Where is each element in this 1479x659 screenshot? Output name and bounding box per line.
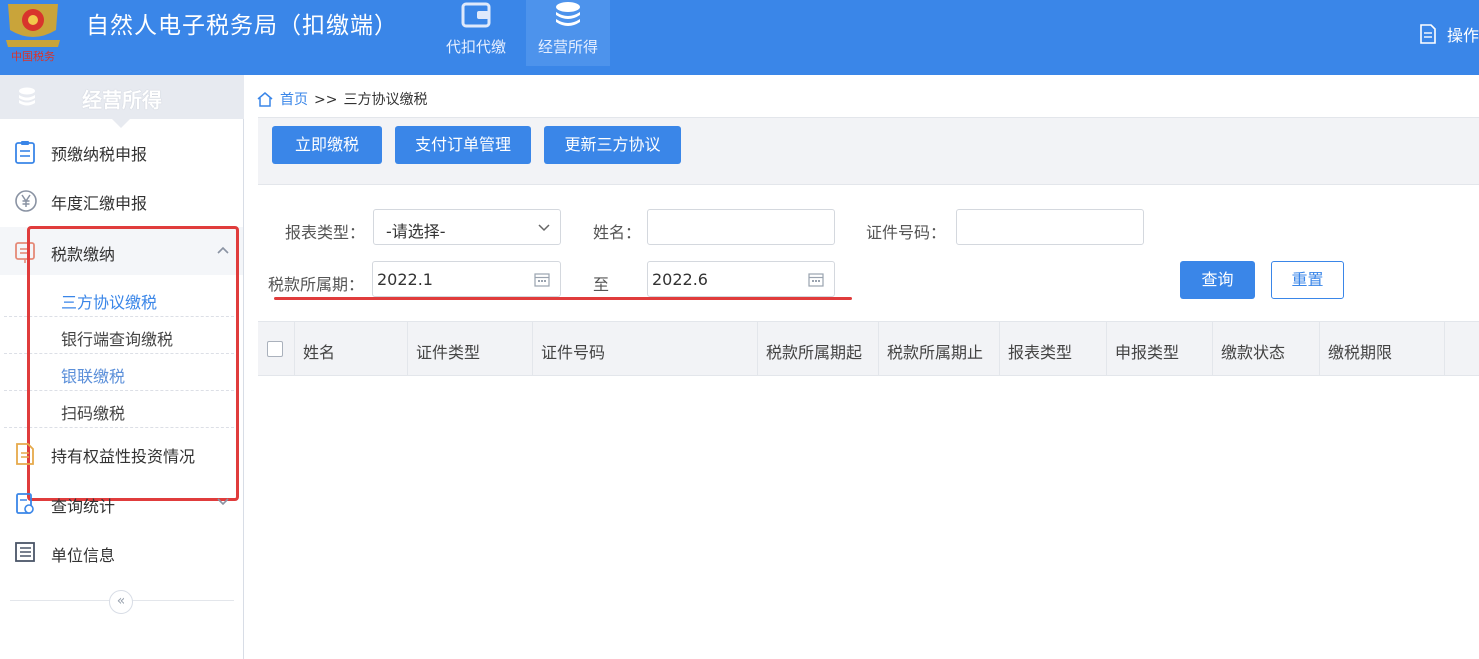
- tab-withholding[interactable]: 代扣代缴: [434, 0, 518, 66]
- app-title: 自然人电子税务局（扣缴端）: [86, 13, 398, 39]
- emblem-text: 中国税务: [11, 49, 55, 63]
- name-input[interactable]: [647, 209, 835, 245]
- tax-payment-submenu: 三方协议缴税 银行端查询缴税 银联缴税 扫码缴税: [4, 280, 238, 428]
- sidebar-item-label: 持有权益性投资情况: [51, 447, 196, 466]
- submenu-item-label: 银行端查询缴税: [61, 330, 174, 349]
- submenu-item-unionpay[interactable]: 银联缴税: [4, 354, 234, 391]
- sidebar-heading-label: 经营所得: [82, 88, 162, 112]
- yen-icon: [15, 190, 37, 212]
- update-tripartite-agreement-button[interactable]: 更新三方协议: [544, 126, 681, 164]
- payment-order-management-button[interactable]: 支付订单管理: [395, 126, 531, 164]
- column-header-label: 税款所属期止: [887, 343, 984, 362]
- chevron-down-icon: [538, 224, 550, 232]
- column-header-id-type[interactable]: 证件类型: [408, 322, 533, 375]
- tax-period-start-input[interactable]: 2022.1: [372, 261, 561, 297]
- operation-label: 操作: [1446, 26, 1479, 45]
- name-label: 姓名：: [593, 223, 642, 242]
- tab-label: 代扣代缴: [445, 38, 506, 56]
- column-header-label: 证件类型: [416, 343, 481, 362]
- sidebar-heading: 经营所得: [0, 75, 244, 128]
- sidebar-item-label: 查询统计: [51, 497, 116, 516]
- to-label: 至: [593, 275, 610, 294]
- pay-now-button[interactable]: 立即缴税: [272, 126, 382, 164]
- id-number-input[interactable]: [956, 209, 1144, 245]
- column-header-label: 缴款状态: [1221, 343, 1286, 362]
- sidebar-item-label: 税款缴纳: [51, 245, 116, 264]
- tab-business-income[interactable]: 经营所得: [526, 0, 610, 66]
- chevron-up-icon: [217, 246, 229, 254]
- report-type-value: -请选择-: [386, 222, 446, 241]
- collapse-sidebar-button[interactable]: «: [109, 590, 133, 614]
- breadcrumb-separator: >>: [314, 92, 338, 108]
- column-header-label: 证件号码: [541, 343, 606, 362]
- tax-period-end-value: 2022.6: [652, 270, 708, 289]
- submenu-item-label: 三方协议缴税: [61, 293, 158, 312]
- submenu-item-label: 扫码缴税: [61, 404, 126, 423]
- sidebar-item-label: 年度汇缴申报: [51, 194, 148, 213]
- sidebar-item-annual-declaration[interactable]: 年度汇缴申报: [0, 176, 243, 224]
- report-icon: [16, 493, 34, 514]
- tax-period-label: 税款所属期：: [268, 275, 365, 294]
- action-toolbar: 立即缴税 支付订单管理 更新三方协议: [258, 117, 1479, 185]
- submenu-item-scan-pay[interactable]: 扫码缴税: [4, 391, 234, 428]
- column-header-period-start[interactable]: 税款所属期起: [758, 322, 879, 375]
- clipboard-icon: [15, 141, 35, 164]
- select-all-column: [258, 322, 295, 375]
- sidebar: 经营所得 预缴纳税申报 年度汇缴申报 税款缴纳 三方协议缴税 银行端查询缴税 银…: [0, 75, 244, 659]
- id-number-label: 证件号码：: [866, 223, 947, 242]
- tab-label: 经营所得: [537, 38, 598, 56]
- tax-period-start-value: 2022.1: [377, 270, 433, 289]
- report-type-label: 报表类型：: [285, 223, 366, 242]
- operation-button[interactable]: 操作: [1419, 22, 1479, 46]
- column-header-label: 姓名: [303, 343, 336, 362]
- column-header-label: 报表类型: [1008, 343, 1073, 362]
- sidebar-item-equity-investment[interactable]: 持有权益性投资情况: [0, 429, 243, 477]
- result-table-body: [258, 376, 1479, 659]
- tax-period-end-input[interactable]: 2022.6: [647, 261, 835, 297]
- column-header-report-type[interactable]: 报表类型: [1000, 322, 1107, 375]
- reset-button[interactable]: 重置: [1271, 261, 1344, 299]
- receipt-icon: [15, 242, 35, 263]
- calendar-icon: [808, 273, 824, 287]
- sidebar-item-label: 单位信息: [51, 546, 116, 565]
- tax-emblem-icon: 中国税务: [6, 4, 60, 63]
- top-header: 中国税务 自然人电子税务局（扣缴端） 代扣代缴 经营所得 操作: [0, 0, 1479, 75]
- sidebar-item-unit-info[interactable]: 单位信息: [0, 528, 243, 576]
- breadcrumb: 首页 >> 三方协议缴税: [256, 89, 427, 109]
- select-all-checkbox[interactable]: [267, 341, 283, 357]
- column-header-payment-status[interactable]: 缴款状态: [1213, 322, 1320, 375]
- breadcrumb-home-link[interactable]: 首页: [280, 92, 308, 108]
- breadcrumb-current: 三方协议缴税: [343, 92, 428, 108]
- submenu-item-tripartite-agreement[interactable]: 三方协议缴税: [4, 280, 234, 317]
- sidebar-item-query-stats[interactable]: 查询统计: [0, 479, 243, 527]
- sidebar-item-prepay-declaration[interactable]: 预缴纳税申报: [0, 127, 243, 175]
- chevron-down-icon: [217, 498, 229, 506]
- sidebar-item-label: 预缴纳税申报: [51, 145, 148, 164]
- coin-stack-icon: [19, 87, 35, 106]
- column-header-id-number[interactable]: 证件号码: [533, 322, 758, 375]
- column-header-payment-deadline[interactable]: 缴税期限: [1320, 322, 1445, 375]
- column-header-label: 缴税期限: [1328, 343, 1393, 362]
- query-button[interactable]: 查询: [1180, 261, 1255, 299]
- list-icon: [15, 542, 35, 562]
- submenu-item-label: 银联缴税: [61, 367, 126, 386]
- column-header-label: 申报类型: [1115, 343, 1180, 362]
- column-header-name[interactable]: 姓名: [295, 322, 408, 375]
- column-header-period-end[interactable]: 税款所属期止: [879, 322, 1000, 375]
- document-icon: [16, 443, 34, 465]
- sidebar-item-tax-payment[interactable]: 税款缴纳: [0, 227, 243, 275]
- result-table-header: 姓名 证件类型 证件号码 税款所属期起 税款所属期止 报表类型 申报类型 缴款状…: [258, 321, 1479, 376]
- document-icon: [1420, 24, 1436, 44]
- report-type-select[interactable]: -请选择-: [373, 209, 561, 245]
- wallet-icon: [461, 2, 491, 28]
- red-underline-annotation: [274, 297, 852, 300]
- submenu-item-bank-query[interactable]: 银行端查询缴税: [4, 317, 234, 354]
- calendar-icon: [534, 273, 550, 287]
- coin-stack-icon: [556, 2, 580, 26]
- column-header-declaration-type[interactable]: 申报类型: [1107, 322, 1213, 375]
- column-header-label: 税款所属期起: [766, 343, 863, 362]
- home-icon: [257, 92, 273, 107]
